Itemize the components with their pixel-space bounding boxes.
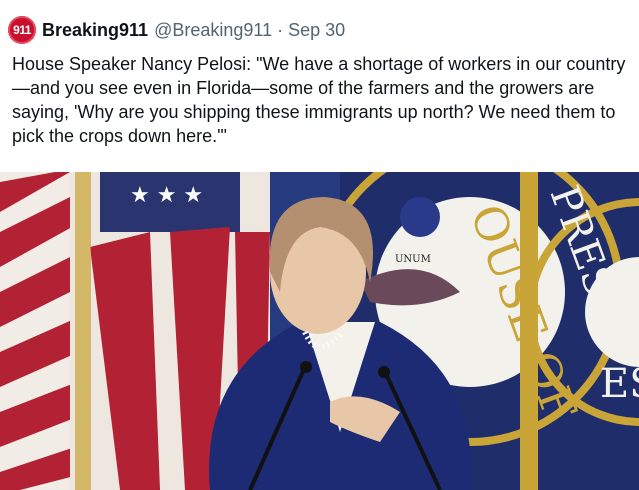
seal-text-es: ES [600, 361, 639, 407]
svg-text:★ ★ ★: ★ ★ ★ [130, 183, 203, 208]
tweet-card[interactable]: 911 Breaking911 @Breaking911 · Sep 30 Ho… [0, 0, 639, 490]
avatar[interactable]: 911 [8, 16, 36, 44]
media-photo: ★ ★ ★ UNUM OUSE OF PRESEN ES [0, 172, 639, 490]
display-name[interactable]: Breaking911 [42, 20, 148, 41]
tweet-text: House Speaker Nancy Pelosi: "We have a s… [12, 54, 626, 146]
tweet-date[interactable]: Sep 30 [288, 20, 345, 41]
seal-small-text: UNUM [395, 254, 431, 265]
avatar-label: 911 [13, 23, 31, 37]
tweet-header: 911 Breaking911 @Breaking911 · Sep 30 [8, 16, 345, 44]
separator-dot: · [277, 19, 284, 40]
user-handle[interactable]: @Breaking911 [154, 20, 272, 41]
tweet-media-image[interactable]: ★ ★ ★ UNUM OUSE OF PRESEN ES [0, 172, 639, 490]
